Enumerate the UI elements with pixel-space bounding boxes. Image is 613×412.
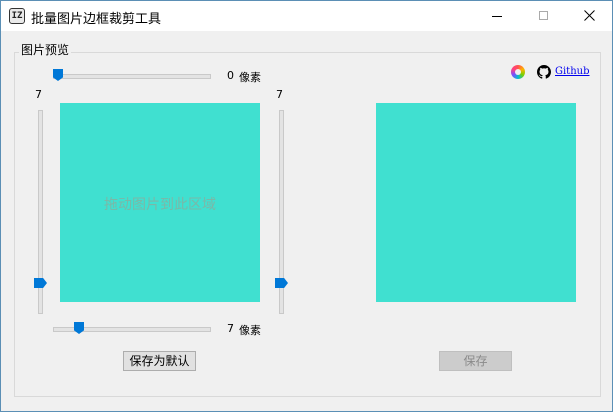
app-icon: IZ	[9, 8, 25, 24]
title-bar[interactable]: IZ 批量图片边框裁剪工具	[1, 1, 612, 31]
bottom-slider-value: 7	[227, 322, 234, 335]
slider-track	[53, 74, 211, 79]
source-image-dropzone[interactable]: 拖动图片到此区域	[60, 103, 260, 302]
maximize-icon	[539, 11, 548, 20]
window-title: 批量图片边框裁剪工具	[31, 12, 162, 27]
bottom-border-slider[interactable]	[53, 322, 211, 336]
save-button[interactable]: 保存	[439, 351, 512, 371]
top-slider-unit: 像素	[239, 71, 261, 84]
slider-handle[interactable]	[34, 278, 47, 288]
slider-handle[interactable]	[275, 278, 288, 288]
drop-hint: 拖动图片到此区域	[104, 197, 216, 213]
close-icon	[584, 10, 595, 21]
group-title: 图片预览	[19, 41, 72, 58]
github-icon[interactable]	[537, 65, 551, 79]
right-slider-value: 7	[276, 88, 283, 101]
left-border-slider[interactable]	[34, 110, 47, 314]
maximize-button[interactable]	[521, 1, 567, 31]
color-wheel-icon[interactable]	[511, 65, 525, 79]
github-link[interactable]: Github	[555, 66, 590, 77]
save-as-default-button[interactable]: 保存为默认	[123, 351, 196, 371]
close-button[interactable]	[567, 1, 613, 31]
app-window: IZ 批量图片边框裁剪工具 图片预览 0 像素 Github 7 拖动图片到此区…	[0, 0, 613, 412]
minimize-button[interactable]	[475, 1, 521, 31]
slider-handle[interactable]	[53, 69, 63, 81]
left-slider-value: 7	[35, 88, 42, 101]
slider-handle[interactable]	[74, 322, 84, 334]
top-slider-value: 0	[227, 69, 234, 82]
result-preview	[376, 103, 576, 302]
right-border-slider[interactable]	[275, 110, 288, 314]
top-border-slider[interactable]	[53, 69, 211, 83]
bottom-slider-unit: 像素	[239, 324, 261, 337]
minimize-icon	[492, 16, 502, 17]
